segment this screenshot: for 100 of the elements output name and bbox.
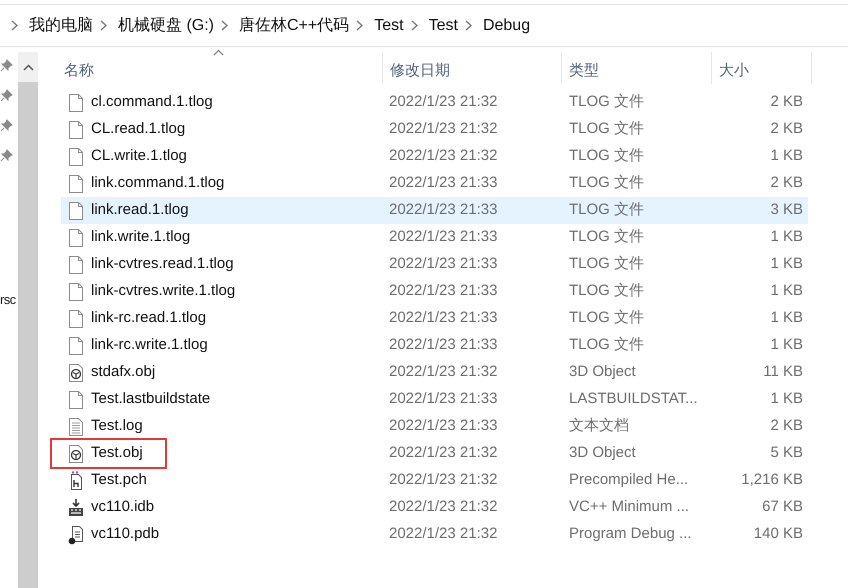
file-size: 1 KB (769, 281, 803, 302)
column-header[interactable]: 名称 (61, 62, 94, 79)
file-row[interactable]: link-rc.read.1.tlog 2022/1/23 21:33 TLOG 文件 1 KB (61, 305, 808, 332)
modified-date: 2022/1/23 21:32 (388, 443, 498, 464)
chevron-right-icon[interactable] (464, 20, 473, 31)
file-size: 2 KB (769, 92, 803, 112)
chevron-right-icon[interactable] (220, 20, 229, 31)
breadcrumb-item[interactable]: 我的电脑 (29, 14, 93, 38)
file-row[interactable]: cl.command.1.tlog 2022/1/23 21:32 TLOG 文件 2 KB (61, 89, 808, 116)
file-size: 140 KB (752, 524, 803, 544)
file-row[interactable]: Test.pch 2022/1/23 21:32 Precompiled He... 1,216 KB (61, 467, 808, 494)
file-type: TLOG 文件 (568, 92, 646, 112)
file-name[interactable]: link-rc.read.1.tlog (91, 307, 206, 330)
file-name[interactable]: CL.read.1.tlog (91, 118, 186, 141)
file-size: 1 KB (769, 227, 803, 248)
file-size: 1,216 KB (740, 470, 803, 490)
file-size: 5 KB (769, 443, 803, 464)
file-type: TLOG 文件 (568, 335, 646, 356)
file-size: 1 KB (769, 146, 803, 166)
file-type: TLOG 文件 (568, 119, 646, 140)
hovered-row[interactable]: link.read.1.tlog 2022/1/23 21:33 TLOG 文件 3 KB (61, 197, 808, 224)
modified-date: 2022/1/23 21:33 (388, 173, 498, 194)
file-row[interactable]: stdafx.obj 2022/1/23 21:32 3D Object 11 KB (61, 359, 808, 386)
file-name[interactable]: vc110.pdb (91, 523, 160, 546)
pin-icon[interactable] (0, 89, 13, 102)
file-name[interactable]: Test.obj (91, 442, 143, 465)
file-row[interactable]: link.command.1.tlog 2022/1/23 21:33 TLOG 文件 2 KB (61, 170, 808, 197)
file-type: TLOG 文件 (568, 173, 646, 194)
file-row[interactable]: Test.log 2022/1/23 21:33 文本文档 2 KB (61, 413, 808, 440)
file-name[interactable]: link-cvtres.read.1.tlog (91, 253, 234, 276)
file-row[interactable]: vc110.idb 2022/1/23 21:32 VC++ Minimum ... 67 KB (61, 494, 808, 521)
file-name[interactable]: link.command.1.tlog (91, 172, 224, 195)
column-header[interactable]: 类型 (562, 62, 599, 79)
chevron-right-icon[interactable] (10, 20, 19, 31)
file-size: 2 KB (769, 173, 803, 194)
file-type: TLOG 文件 (568, 200, 646, 220)
file-type: Precompiled He... (568, 470, 690, 490)
breadcrumb-item[interactable]: Debug (482, 14, 530, 38)
pin-icon[interactable] (0, 119, 13, 132)
file-name[interactable]: Test.pch (91, 469, 147, 492)
column-header[interactable]: 修改日期 (383, 62, 450, 79)
modified-date: 2022/1/23 21:33 (388, 389, 498, 410)
pin-icon[interactable] (0, 59, 13, 72)
file-row[interactable]: CL.write.1.tlog 2022/1/23 21:32 TLOG 文件 1 KB (61, 143, 808, 170)
file-row[interactable]: vc110.pdb 2022/1/23 21:32 Program Debug ... 140 KB (61, 521, 808, 548)
modified-date: 2022/1/23 21:32 (388, 362, 498, 382)
file-size: 3 KB (769, 200, 803, 220)
file-size: 1 KB (769, 308, 803, 328)
modified-date: 2022/1/23 21:33 (388, 281, 498, 302)
file-size: 2 KB (769, 416, 803, 436)
file-name[interactable]: link-cvtres.write.1.tlog (91, 280, 236, 303)
file-name[interactable]: Test.lastbuildstate (91, 388, 210, 411)
chevron-right-icon[interactable] (410, 20, 419, 31)
file-row[interactable]: link-cvtres.read.1.tlog 2022/1/23 21:33 TLOG 文件 1 KB (61, 251, 808, 278)
file-size: 1 KB (769, 254, 803, 274)
chevron-right-icon[interactable] (355, 20, 364, 31)
modified-date: 2022/1/23 21:32 (388, 497, 498, 518)
file-size: 2 KB (769, 119, 803, 140)
pin-icon[interactable] (0, 149, 13, 162)
file-type: TLOG 文件 (568, 227, 646, 248)
column-header[interactable]: 大小 (712, 62, 749, 79)
file-name[interactable]: link.write.1.tlog (91, 226, 190, 249)
file-type: Program Debug ... (568, 524, 693, 544)
scroll-up-button[interactable] (18, 52, 38, 82)
file-type: LASTBUILDSTAT... (568, 389, 699, 410)
breadcrumb-item[interactable]: 机械硬盘 (G:) (118, 14, 214, 38)
modified-date: 2022/1/23 21:33 (388, 308, 498, 328)
breadcrumb-item[interactable]: Test (428, 14, 458, 38)
file-size: 11 KB (762, 362, 803, 382)
file-row[interactable]: link-rc.write.1.tlog 2022/1/23 21:33 TLOG 文件 1 KB (61, 332, 808, 359)
file-row[interactable]: link-cvtres.write.1.tlog 2022/1/23 21:33 TLOG 文件 1 KB (61, 278, 808, 305)
file-name[interactable]: link-rc.write.1.tlog (91, 334, 208, 357)
file-type: 3D Object (568, 443, 637, 464)
modified-date: 2022/1/23 21:32 (388, 470, 498, 490)
file-row[interactable]: link.write.1.tlog 2022/1/23 21:33 TLOG 文件 1 KB (61, 224, 808, 251)
file-size: 1 KB (769, 389, 803, 410)
file-type: VC++ Minimum ... (568, 497, 690, 518)
file-name[interactable]: vc110.idb (91, 496, 154, 519)
breadcrumb-item[interactable]: Test (374, 14, 404, 38)
caret-up-icon (22, 64, 34, 70)
breadcrumb-item[interactable]: 唐佐林C++代码 (239, 14, 350, 38)
file-type: TLOG 文件 (568, 254, 646, 274)
file-name[interactable]: link.read.1.tlog (91, 199, 189, 222)
file-row[interactable]: Test.lastbuildstate 2022/1/23 21:33 LASTBUILDSTAT... 1 KB (61, 386, 808, 413)
modified-date: 2022/1/23 21:33 (388, 227, 498, 248)
modified-date: 2022/1/23 21:32 (388, 92, 498, 112)
file-type: TLOG 文件 (568, 146, 646, 166)
file-row[interactable]: Test.obj 2022/1/23 21:32 3D Object 5 KB (61, 440, 808, 467)
file-type: 文本文档 (568, 416, 630, 436)
modified-date: 2022/1/23 21:33 (388, 416, 498, 436)
sidebar-label[interactable]: rsc (0, 290, 18, 310)
file-type: 3D Object (568, 362, 637, 382)
file-name[interactable]: cl.command.1.tlog (91, 91, 213, 114)
chevron-right-icon[interactable] (99, 20, 108, 31)
file-name[interactable]: Test.log (91, 415, 143, 438)
modified-date: 2022/1/23 21:32 (388, 119, 498, 140)
file-name[interactable]: CL.write.1.tlog (91, 145, 187, 168)
file-name[interactable]: stdafx.obj (91, 361, 156, 384)
modified-date: 2022/1/23 21:33 (388, 254, 498, 274)
file-row[interactable]: CL.read.1.tlog 2022/1/23 21:32 TLOG 文件 2 KB (61, 116, 808, 143)
